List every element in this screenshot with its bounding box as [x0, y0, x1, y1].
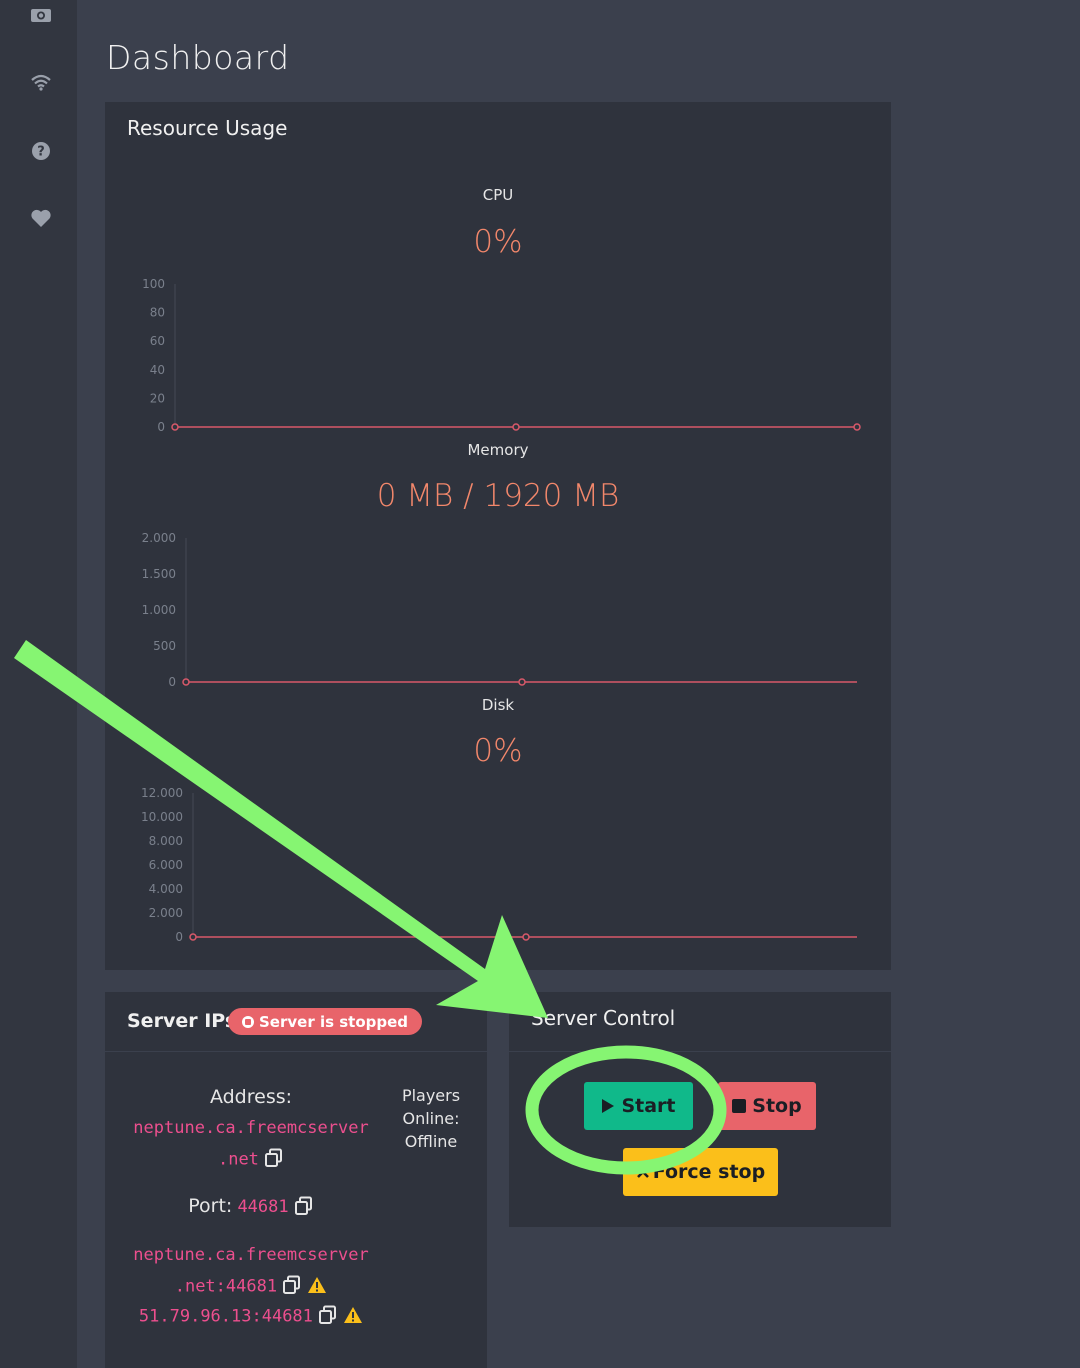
annotation-arrow: [14, 640, 548, 1018]
annotation-overlay: [14, 640, 727, 1175]
annotation-circle: [525, 1045, 727, 1175]
